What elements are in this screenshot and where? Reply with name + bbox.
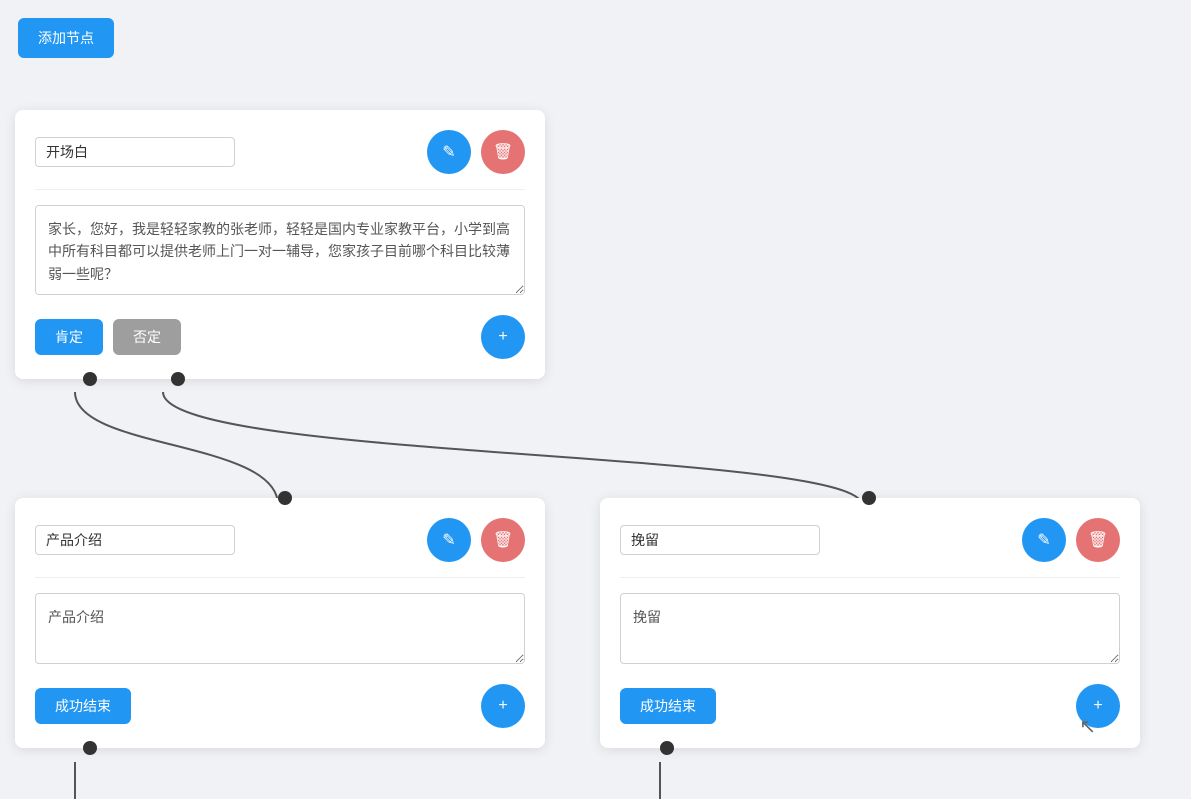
add-icon: + — [498, 697, 507, 715]
right-card-bottom-dot — [660, 741, 674, 755]
right-card: ✎ 🗑 挽留 成功结束 + — [600, 498, 1140, 748]
left-card: ✎ 🗑 产品介绍 成功结束 + — [15, 498, 545, 748]
affirm-connector-dot — [83, 372, 97, 386]
divider — [35, 577, 525, 578]
negate-button[interactable]: 否定 — [113, 319, 181, 355]
divider — [620, 577, 1120, 578]
top-card-footer: 肯定 否定 + — [35, 315, 525, 359]
top-card-delete-button[interactable]: 🗑 — [481, 130, 525, 174]
right-card-edit-button[interactable]: ✎ — [1022, 518, 1066, 562]
right-card-delete-button[interactable]: 🗑 — [1076, 518, 1120, 562]
right-card-footer-buttons: 成功结束 — [620, 688, 716, 724]
delete-icon: 🗑 — [493, 530, 513, 550]
left-card-delete-button[interactable]: 🗑 — [481, 518, 525, 562]
left-card-header: ✎ 🗑 — [35, 518, 525, 562]
right-success-button[interactable]: 成功结束 — [620, 688, 716, 724]
add-icon: + — [498, 328, 507, 346]
right-card-top-dot — [862, 491, 876, 505]
left-card-edit-button[interactable]: ✎ — [427, 518, 471, 562]
top-card-actions: ✎ 🗑 — [427, 130, 525, 174]
left-card-footer-buttons: 成功结束 — [35, 688, 131, 724]
add-node-button[interactable]: 添加节点 — [18, 18, 114, 58]
edit-icon: ✎ — [442, 530, 455, 550]
right-card-add-button[interactable]: + — [1076, 684, 1120, 728]
top-card-footer-buttons: 肯定 否定 — [35, 319, 181, 355]
right-card-actions: ✎ 🗑 — [1022, 518, 1120, 562]
top-card: ✎ 🗑 家长，您好，我是轻轻家教的张老师，轻轻是国内专业家教平台，小学到高中所有… — [15, 110, 545, 379]
right-card-header: ✎ 🗑 — [620, 518, 1120, 562]
left-card-actions: ✎ 🗑 — [427, 518, 525, 562]
left-card-bottom-dot — [83, 741, 97, 755]
right-card-title-input[interactable] — [620, 525, 820, 555]
top-card-header: ✎ 🗑 — [35, 130, 525, 174]
edit-icon: ✎ — [442, 142, 455, 162]
left-card-top-dot — [278, 491, 292, 505]
affirm-button[interactable]: 肯定 — [35, 319, 103, 355]
top-card-title-input[interactable] — [35, 137, 235, 167]
left-card-add-button[interactable]: + — [481, 684, 525, 728]
negate-connector-dot — [171, 372, 185, 386]
left-card-title-input[interactable] — [35, 525, 235, 555]
left-card-content-textarea[interactable]: 产品介绍 — [35, 593, 525, 664]
top-card-content-textarea[interactable]: 家长，您好，我是轻轻家教的张老师，轻轻是国内专业家教平台，小学到高中所有科目都可… — [35, 205, 525, 295]
delete-icon: 🗑 — [493, 142, 513, 162]
add-icon: + — [1093, 697, 1102, 715]
divider — [35, 189, 525, 190]
left-card-footer: 成功结束 + — [35, 684, 525, 728]
edit-icon: ✎ — [1037, 530, 1050, 550]
delete-icon: 🗑 — [1088, 530, 1108, 550]
left-success-button[interactable]: 成功结束 — [35, 688, 131, 724]
top-card-edit-button[interactable]: ✎ — [427, 130, 471, 174]
right-card-footer: 成功结束 + — [620, 684, 1120, 728]
right-card-content-textarea[interactable]: 挽留 — [620, 593, 1120, 664]
top-card-add-button[interactable]: + — [481, 315, 525, 359]
